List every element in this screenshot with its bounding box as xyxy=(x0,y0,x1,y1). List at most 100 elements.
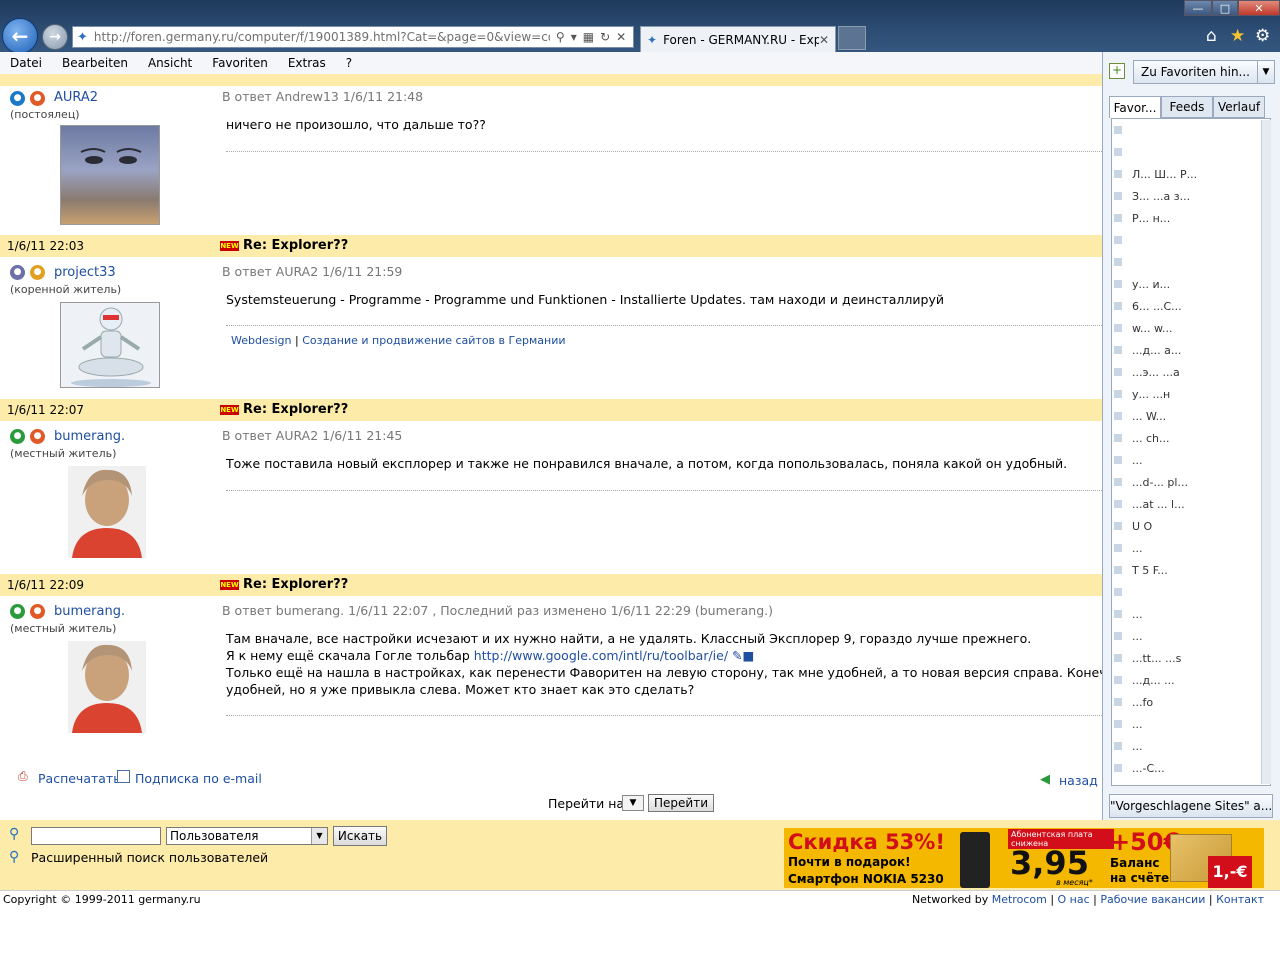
suggested-sites-button[interactable]: "Vorgeschlagene Sites" a... xyxy=(1109,794,1273,818)
compat-view-icon[interactable]: ▦ xyxy=(583,30,594,44)
favorite-item[interactable]: w... w... xyxy=(1112,317,1270,339)
favorite-item[interactable]: ...at ... l... xyxy=(1112,493,1270,515)
avatar[interactable] xyxy=(60,125,160,225)
dropdown-icon[interactable]: ▾ xyxy=(571,30,577,44)
advanced-search-link[interactable]: Расширенный поиск пользователей xyxy=(31,850,268,865)
username-link[interactable]: AURA2 xyxy=(54,90,98,105)
about-link[interactable]: О нас xyxy=(1058,893,1090,906)
jobs-link[interactable]: Рабочие вакансии xyxy=(1100,893,1205,906)
signature-link-seo[interactable]: Создание и продвижение сайтов в Германии xyxy=(302,334,565,347)
search-icon[interactable]: ⚲ xyxy=(556,30,565,44)
tab-feeds[interactable]: Feeds xyxy=(1161,96,1213,118)
menu-datei[interactable]: Datei xyxy=(0,56,52,70)
username-link[interactable]: project33 xyxy=(54,265,116,280)
menu-help[interactable]: ? xyxy=(336,56,362,70)
username-link[interactable]: bumerang. xyxy=(54,604,125,619)
chevron-down-icon[interactable]: ▼ xyxy=(311,828,327,844)
favorites-scrollbar[interactable] xyxy=(1261,120,1271,784)
home-icon[interactable]: ⌂ xyxy=(1206,26,1217,46)
avatar[interactable] xyxy=(60,302,160,388)
favorite-item[interactable]: T 5 F... xyxy=(1112,559,1270,581)
favorite-item[interactable]: ...tt... ...s xyxy=(1112,647,1270,669)
favorite-item[interactable]: ... ch... xyxy=(1112,427,1270,449)
search-button[interactable]: Искать xyxy=(333,826,387,846)
goto-button[interactable]: Перейти xyxy=(648,794,714,812)
metrocom-link[interactable]: Metrocom xyxy=(992,893,1047,906)
favorite-item[interactable] xyxy=(1112,229,1270,251)
favorite-item[interactable]: ...э... ...а xyxy=(1112,361,1270,383)
stop-icon[interactable]: ✕ xyxy=(616,30,626,44)
back-button[interactable]: ← xyxy=(2,18,38,54)
favorite-item[interactable]: ... xyxy=(1112,449,1270,471)
favorite-item[interactable] xyxy=(1112,251,1270,273)
email-icon[interactable] xyxy=(117,770,130,783)
tab-history[interactable]: Verlauf xyxy=(1213,96,1265,118)
refresh-icon[interactable]: ↻ xyxy=(600,30,610,44)
close-window-button[interactable]: ✕ xyxy=(1238,0,1280,16)
signature-link-webdesign[interactable]: Webdesign xyxy=(231,334,291,347)
favorite-item[interactable]: ... xyxy=(1112,603,1270,625)
address-bar[interactable]: ✦ http://foren.germany.ru/computer/f/190… xyxy=(72,26,634,48)
profile-icon[interactable]: ● xyxy=(10,604,25,619)
favorite-item[interactable]: З... ...а з... xyxy=(1112,185,1270,207)
favorites-star-icon[interactable]: ★ xyxy=(1230,26,1245,46)
pin-pane-icon[interactable]: + xyxy=(1109,63,1125,79)
menu-favoriten[interactable]: Favoriten xyxy=(202,56,278,70)
favorite-item[interactable]: ...д... ... xyxy=(1112,669,1270,691)
favorite-item[interactable]: ...d-... pl... xyxy=(1112,471,1270,493)
ad-banner[interactable]: Скидка 53%! Почти в подарок! Смартфон NO… xyxy=(784,828,1264,888)
maximize-button[interactable]: □ xyxy=(1212,0,1238,16)
printer-icon[interactable]: ⎙ xyxy=(18,769,28,784)
favorite-item[interactable]: U О xyxy=(1112,515,1270,537)
contact-link[interactable]: Контакт xyxy=(1216,893,1264,906)
menu-bearbeiten[interactable]: Bearbeiten xyxy=(52,56,138,70)
username-link[interactable]: bumerang. xyxy=(54,429,125,444)
goto-page-select[interactable]: ▼ xyxy=(622,795,644,811)
post-subject[interactable]: Re: Explorer?? xyxy=(243,238,348,253)
subscribe-link[interactable]: Подписка по e-mail xyxy=(135,771,262,786)
avatar[interactable] xyxy=(68,466,146,558)
post-link[interactable]: http://www.google.com/intl/ru/toolbar/ie… xyxy=(474,648,728,663)
new-tab-button[interactable] xyxy=(838,26,866,50)
favorite-item[interactable] xyxy=(1112,119,1270,141)
favorite-item[interactable] xyxy=(1112,581,1270,603)
favorite-item[interactable]: у... ...н xyxy=(1112,383,1270,405)
post-subject[interactable]: Re: Explorer?? xyxy=(243,577,348,592)
avatar[interactable] xyxy=(68,641,146,733)
add-to-favorites-button[interactable]: Zu Favoriten hin... xyxy=(1133,60,1258,84)
favorite-item[interactable]: ... xyxy=(1112,735,1270,757)
favorite-item[interactable]: ... xyxy=(1112,537,1270,559)
profile-icon[interactable]: ● xyxy=(10,265,25,280)
search-type-select[interactable]: Пользователя ▼ xyxy=(166,827,328,845)
print-link[interactable]: Распечатать xyxy=(38,771,121,786)
gear-icon[interactable]: ⚙ xyxy=(1255,26,1270,46)
profile-icon[interactable]: ● xyxy=(10,429,25,444)
tab-favorites[interactable]: Favor... xyxy=(1109,96,1161,118)
favorite-item[interactable]: ...-C... xyxy=(1112,757,1270,779)
favorite-item[interactable]: у... и... xyxy=(1112,273,1270,295)
tab-close-icon[interactable]: ✕ xyxy=(819,33,829,47)
back-arrow-icon[interactable]: ◀ xyxy=(1040,772,1050,787)
favorite-item[interactable]: ... W... xyxy=(1112,405,1270,427)
address-url[interactable]: http://foren.germany.ru/computer/f/19001… xyxy=(94,30,550,44)
favorite-page-icon xyxy=(1114,478,1122,486)
search-input[interactable] xyxy=(31,827,161,845)
menu-ansicht[interactable]: Ansicht xyxy=(138,56,202,70)
menu-extras[interactable]: Extras xyxy=(278,56,336,70)
favorite-item[interactable]: Р... н... xyxy=(1112,207,1270,229)
back-link[interactable]: назад xyxy=(1059,773,1098,788)
chevron-down-icon[interactable]: ▼ xyxy=(1257,60,1275,84)
minimize-button[interactable]: — xyxy=(1184,0,1212,16)
post-subject[interactable]: Re: Explorer?? xyxy=(243,402,348,417)
favorite-item[interactable] xyxy=(1112,141,1270,163)
favorite-item[interactable]: 6... ...С... xyxy=(1112,295,1270,317)
favorite-item[interactable]: Ста... xyxy=(1112,779,1270,786)
favorite-item[interactable]: ... xyxy=(1112,713,1270,735)
favorite-item[interactable]: ...fo xyxy=(1112,691,1270,713)
profile-icon[interactable]: ● xyxy=(10,91,25,106)
browser-tab[interactable]: ✦ Foren - GERMANY.RU - Exp... ✕ xyxy=(640,26,836,52)
favorite-item[interactable]: ... xyxy=(1112,625,1270,647)
forward-button[interactable]: → xyxy=(42,24,68,50)
favorite-item[interactable]: Л... Ш... Р... xyxy=(1112,163,1270,185)
favorite-item[interactable]: ...д... а... xyxy=(1112,339,1270,361)
